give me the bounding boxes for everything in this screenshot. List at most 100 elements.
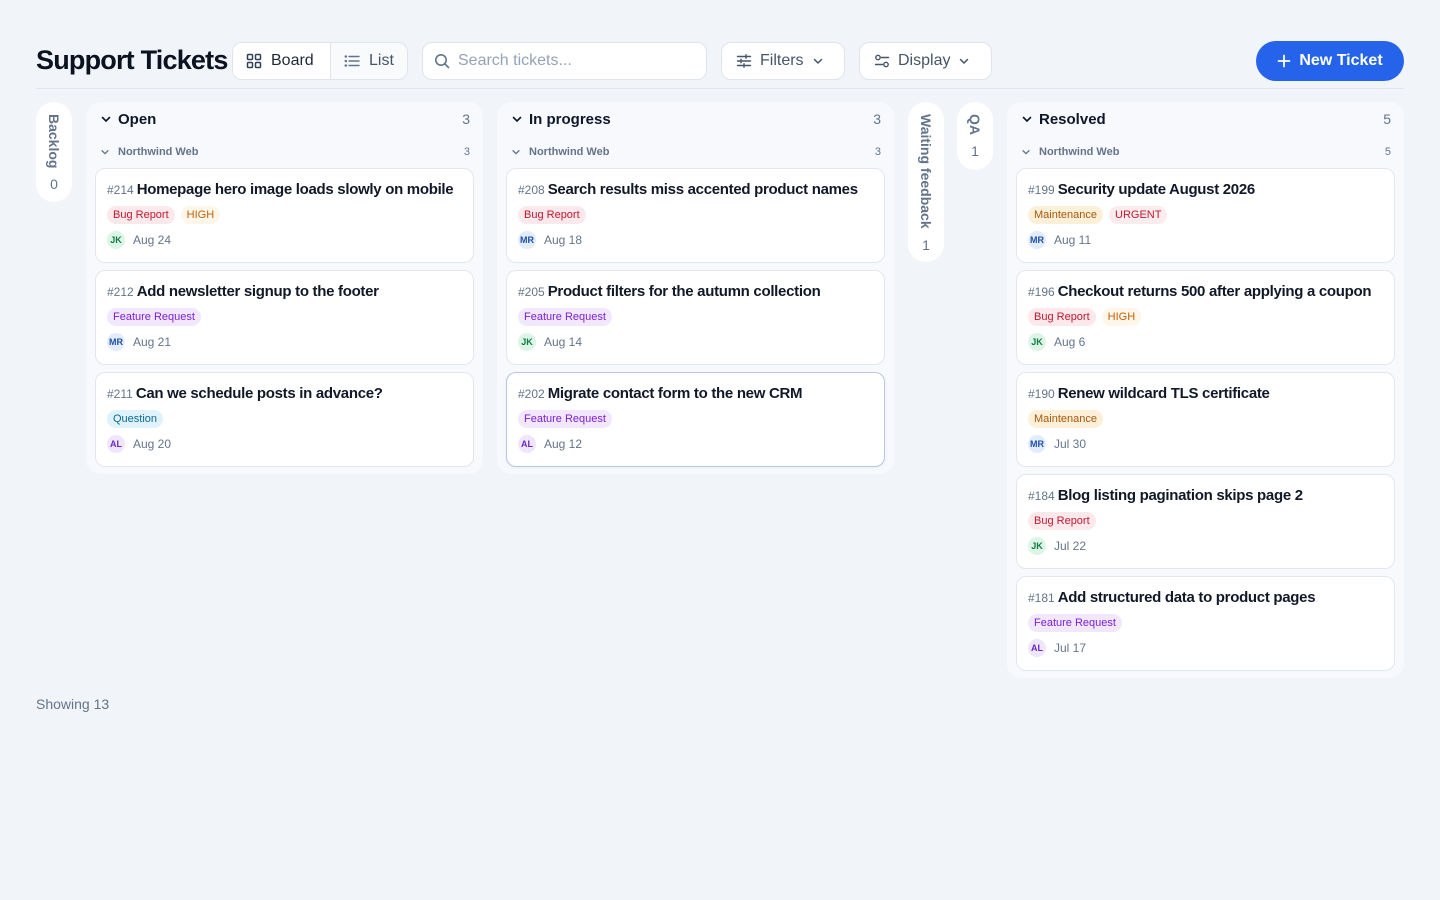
avatar: MR [518,231,536,249]
group-count: 5 [1384,146,1391,158]
search-input[interactable] [458,52,688,70]
ticket-date: Aug 11 [1054,233,1092,247]
sliders-icon [736,53,752,69]
ticket-title: #184 Blog listing pagination skips page 2 [1028,487,1303,504]
group-count: 3 [874,146,881,158]
chevron-down-icon [1021,113,1033,125]
ticket-date: Aug 12 [544,437,583,451]
type-tag: Feature Request [518,308,612,326]
priority-tag: HIGH [1101,308,1142,326]
ticket-date: Jul 17 [1054,641,1087,655]
column-header[interactable]: Resolved 5 [1016,102,1395,136]
ticket-title: #181 Add structured data to product pages [1028,589,1316,606]
new-ticket-label: New Ticket [1299,52,1383,69]
column-count: 0 [50,176,58,193]
ticket-card[interactable]: #184 Blog listing pagination skips page 2… [1016,474,1395,569]
filters-button[interactable]: Filters [721,42,845,80]
ticket-date: Aug 14 [544,335,583,349]
ticket-title: #212 Add newsletter signup to the footer [107,283,379,300]
ticket-card[interactable]: #190 Renew wildcard TLS certificate Maint… [1016,372,1395,467]
ticket-card[interactable]: #199 Security update August 2026 Maintena… [1016,168,1395,263]
avatar: AL [1028,639,1046,657]
column-count: 3 [462,111,470,127]
type-tag: Feature Request [107,308,201,326]
ticket-title: #202 Migrate contact form to the new CRM [518,385,803,402]
column-label: Backlog [46,114,62,169]
collapsed-column-backlog[interactable]: Backlog 0 [36,102,72,202]
chevron-down-icon [812,55,824,67]
chevron-down-icon [100,113,112,125]
board-view-button[interactable]: Board [233,43,330,79]
showing-count: Showing 13 [36,696,110,712]
ticket-date: Aug 24 [133,233,172,247]
toolbar-divider [36,88,1404,89]
ticket-date: Aug 21 [133,335,172,349]
ticket-date: Jul 22 [1054,539,1087,553]
ticket-card-selected[interactable]: #202 Migrate contact form to the new CRM … [506,372,885,467]
display-button[interactable]: Display [859,42,992,80]
avatar: AL [518,435,536,453]
avatar: JK [1028,333,1046,351]
column-count: 5 [1383,111,1391,127]
toolbar: Support Tickets Board List Filters [36,41,1404,81]
type-tag: Bug Report [107,206,175,224]
ticket-title: #214 Homepage hero image loads slowly on … [107,181,454,198]
view-toggle: Board List [232,42,408,80]
ticket-card[interactable]: #214 Homepage hero image loads slowly on … [95,168,474,263]
priority-tag: URGENT [1109,206,1168,224]
ticket-number: #184 [1028,489,1055,503]
type-tag: Bug Report [1028,512,1096,530]
ticket-title: #199 Security update August 2026 [1028,181,1255,198]
chevron-down-icon [511,147,521,157]
ticket-card[interactable]: #208 Search results miss accented product… [506,168,885,263]
ticket-number: #214 [107,183,134,197]
avatar: MR [107,333,125,351]
list-view-button[interactable]: List [330,43,407,79]
avatar: JK [1028,537,1046,555]
type-tag: Maintenance [1028,206,1103,224]
column-header[interactable]: Open 3 [95,102,474,136]
type-tag: Bug Report [1028,308,1096,326]
column-resolved: Resolved 5 Northwind Web 5 #199 Security … [1007,102,1404,678]
ticket-card[interactable]: #211 Can we schedule posts in advance? Qu… [95,372,474,467]
column-title: Resolved [1039,110,1106,128]
group-name: Northwind Web [1039,146,1120,158]
column-count: 1 [922,236,930,253]
column-count: 1 [971,143,979,159]
new-ticket-button[interactable]: New Ticket [1256,41,1404,81]
column-title: In progress [529,110,611,128]
column-open: Open 3 Northwind Web 3 #214 Homepage hero… [86,102,483,474]
list-icon [344,53,360,69]
ticket-date: Aug 6 [1054,335,1086,349]
ticket-card[interactable]: #205 Product filters for the autumn colle… [506,270,885,365]
column-header[interactable]: In progress 3 [506,102,885,136]
grid-icon [246,53,262,69]
ticket-date: Aug 18 [544,233,583,247]
group-name: Northwind Web [118,146,199,158]
ticket-date: Jul 30 [1054,437,1087,451]
ticket-card[interactable]: #212 Add newsletter signup to the footer … [95,270,474,365]
ticket-number: #211 [107,387,133,401]
group-header[interactable]: Northwind Web 5 [1016,136,1395,168]
avatar: JK [107,231,125,249]
search-box [422,42,707,80]
chevron-down-icon [511,113,523,125]
board-view-label: Board [271,52,314,69]
avatar: AL [107,435,125,453]
column-title: Open [118,110,157,128]
type-tag: Feature Request [518,410,612,428]
ticket-card[interactable]: #196 Checkout returns 500 after applying … [1016,270,1395,365]
collapsed-column-qa[interactable]: QA 1 [957,102,993,170]
column-label: Waiting feedback [918,114,934,229]
ticket-card[interactable]: #181 Add structured data to product pages… [1016,576,1395,671]
filters-label: Filters [760,52,804,69]
toggles-icon [874,53,890,69]
group-header[interactable]: Northwind Web 3 [506,136,885,168]
avatar: MR [1028,231,1046,249]
group-header[interactable]: Northwind Web 3 [95,136,474,168]
ticket-title: #196 Checkout returns 500 after applying … [1028,283,1372,300]
chevron-down-icon [1021,147,1031,157]
ticket-date: Aug 20 [133,437,172,451]
ticket-number: #196 [1028,285,1055,299]
collapsed-column-waiting-feedback[interactable]: Waiting feedback 1 [908,102,944,262]
